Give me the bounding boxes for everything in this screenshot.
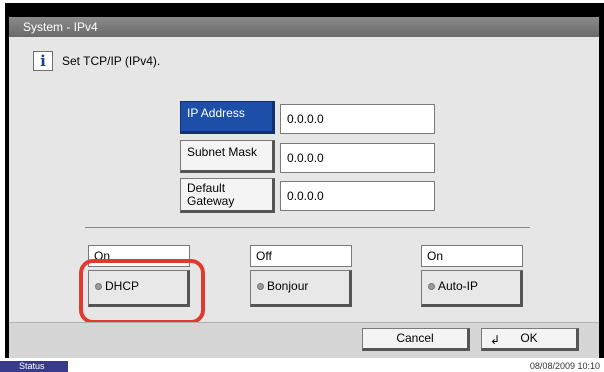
- status-button[interactable]: Status: [0, 361, 68, 372]
- ip-address-button[interactable]: IP Address: [180, 101, 275, 134]
- info-message: Set TCP/IP (IPv4).: [62, 54, 161, 68]
- ok-label: OK: [520, 331, 538, 345]
- auto-ip-state: On: [421, 245, 523, 267]
- subnet-mask-label: Subnet Mask: [187, 145, 258, 159]
- subnet-mask-button[interactable]: Subnet Mask: [180, 140, 275, 173]
- section-divider: [85, 227, 530, 228]
- info-icon: i: [33, 51, 53, 71]
- ok-button[interactable]: ↲ OK: [481, 328, 579, 351]
- radio-icon: [428, 283, 435, 290]
- default-gateway-value: 0.0.0.0: [280, 181, 435, 211]
- dhcp-highlight-ring: [79, 259, 205, 324]
- auto-ip-label: Auto-IP: [438, 279, 479, 293]
- datetime: 08/08/2009 10:10: [529, 361, 600, 371]
- bonjour-label: Bonjour: [267, 279, 309, 293]
- subnet-mask-value: 0.0.0.0: [280, 143, 435, 173]
- window-title: System - IPv4: [9, 17, 599, 37]
- status-bar: [0, 361, 604, 372]
- cancel-label: Cancel: [396, 331, 434, 345]
- radio-icon: [257, 283, 264, 290]
- default-gateway-label: Default Gateway: [187, 181, 235, 208]
- bonjour-button[interactable]: Bonjour: [250, 270, 352, 307]
- enter-icon: ↲: [490, 333, 501, 347]
- ip-address-label: IP Address: [187, 106, 245, 120]
- cancel-button[interactable]: Cancel: [362, 328, 470, 351]
- default-gateway-button[interactable]: Default Gateway: [180, 178, 275, 213]
- ip-address-value: 0.0.0.0: [280, 104, 435, 134]
- bonjour-state: Off: [250, 245, 352, 267]
- auto-ip-button[interactable]: Auto-IP: [421, 270, 523, 307]
